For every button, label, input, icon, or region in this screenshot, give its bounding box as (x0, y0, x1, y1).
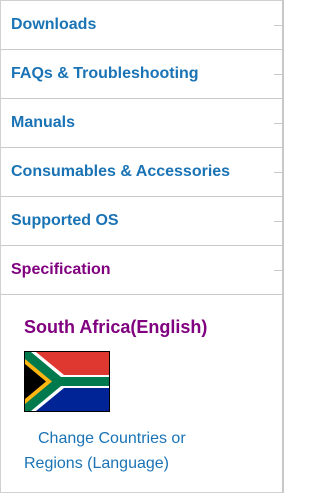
nav-link-downloads[interactable]: Downloads (11, 16, 96, 34)
nav-item-faqs[interactable]: FAQs & Troubleshooting (1, 50, 282, 99)
current-region-label: South Africa(English) (24, 317, 208, 337)
nav-item-manuals[interactable]: Manuals (1, 99, 282, 148)
nav-link-faqs[interactable]: FAQs & Troubleshooting (11, 65, 199, 83)
nav-item-downloads[interactable]: Downloads (1, 1, 282, 50)
nav-divider-tick (274, 221, 282, 222)
nav-divider-tick (274, 25, 282, 26)
nav-item-consumables[interactable]: Consumables & Accessories (1, 148, 282, 197)
change-region-link[interactable]: Change Countries or Regions (Language) (24, 426, 239, 476)
nav-item-specification[interactable]: Specification (1, 246, 282, 295)
nav-divider-tick (274, 74, 282, 75)
nav-divider-tick (274, 123, 282, 124)
south-africa-flag-icon[interactable] (24, 351, 110, 412)
nav-divider-tick (274, 270, 282, 271)
nav-divider-tick (274, 172, 282, 173)
nav-link-specification[interactable]: Specification (11, 261, 111, 279)
side-panel: Downloads FAQs & Troubleshooting Manuals… (0, 0, 284, 493)
nav-link-consumables[interactable]: Consumables & Accessories (11, 163, 230, 181)
support-nav: Downloads FAQs & Troubleshooting Manuals… (1, 1, 282, 295)
nav-link-manuals[interactable]: Manuals (11, 114, 75, 132)
nav-item-supported-os[interactable]: Supported OS (1, 197, 282, 246)
region-section: South Africa(English) Change Countries o… (1, 295, 282, 476)
nav-link-supported-os[interactable]: Supported OS (11, 212, 119, 230)
